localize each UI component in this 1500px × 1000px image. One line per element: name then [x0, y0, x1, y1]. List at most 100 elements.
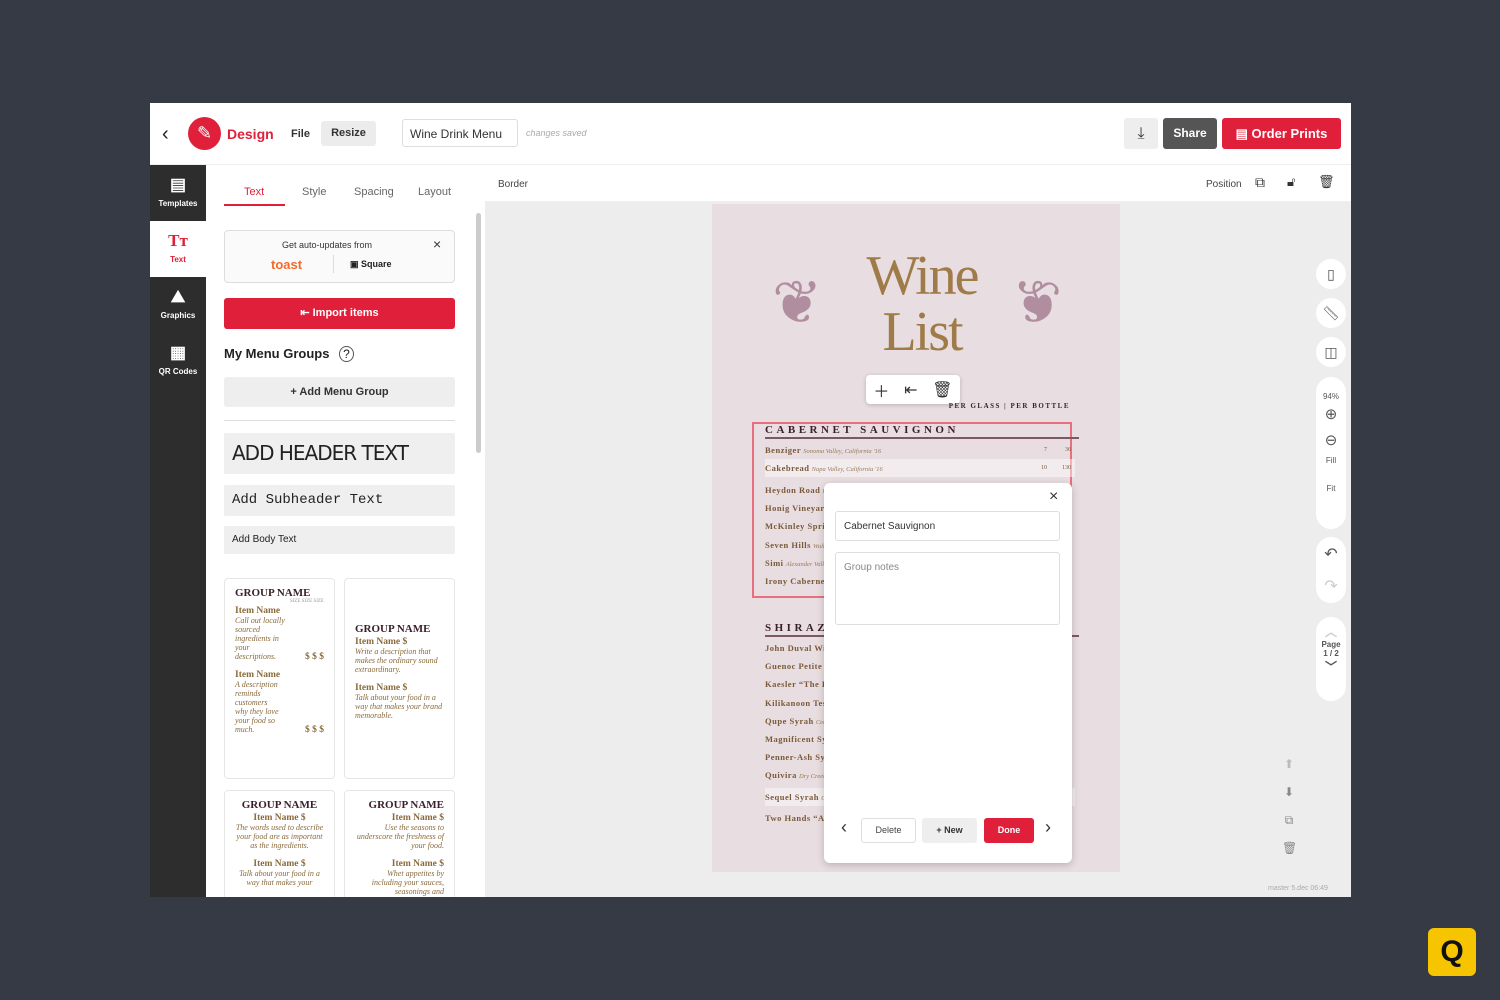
rail-label: Templates [158, 199, 198, 208]
qr-code-icon: ▦ [169, 343, 187, 362]
item-desc: The words used to describe your food are… [235, 823, 324, 850]
add-subheader-text-button[interactable]: Add Subheader Text [224, 485, 455, 516]
wine-list-logo[interactable]: ❦ ❦ Wine List [772, 248, 1062, 368]
order-prints-label: Order Prints [1251, 126, 1328, 141]
fill-button[interactable]: Fill [1316, 455, 1346, 467]
wine-origin: Napa Valley, California '16 [811, 466, 883, 474]
tab-layout[interactable]: Layout [418, 186, 451, 198]
undo-icon[interactable]: ↶ [1316, 539, 1346, 571]
wine-item-row[interactable]: Benziger Sonoma Valley, California '16 7 3… [765, 441, 1075, 459]
wine-name: Cakebread [765, 463, 810, 474]
panel-scrollbar[interactable] [476, 213, 481, 453]
group-template-card[interactable]: GROUP NAME Item Name $ The words used to… [224, 790, 335, 897]
toast-logo[interactable]: toast [271, 257, 302, 272]
close-icon[interactable]: × [433, 236, 441, 252]
sidebar-item-text[interactable]: Tт Text [150, 221, 206, 277]
add-icon[interactable]: ＋ [873, 378, 889, 402]
item-desc: Talk about your food in a way that makes… [355, 693, 443, 720]
item-name: Item Name $ [355, 637, 408, 647]
back-chevron-icon[interactable]: ‹ [162, 123, 169, 146]
group-name-input[interactable]: Cabernet Sauvignon [835, 511, 1060, 541]
sidebar-item-graphics[interactable]: ⛰ Graphics [150, 287, 206, 333]
help-chat-logo-icon[interactable]: Q [1428, 928, 1476, 976]
pos-integration-banner: Get auto-updates from × toast ▣ Square [224, 230, 455, 283]
page-label: Page [1321, 640, 1341, 649]
duplicate-icon[interactable]: ⧉ [1255, 174, 1265, 191]
wine-name: Sequel Syrah [765, 791, 819, 802]
text-panel: Text Style Spacing Layout Get auto-updat… [206, 165, 485, 897]
new-button[interactable]: + New [922, 818, 977, 843]
file-menu[interactable]: File [291, 128, 310, 140]
share-button[interactable]: Share [1163, 118, 1217, 149]
brush-logo-icon: ✎ [188, 117, 221, 150]
ruler-button[interactable]: 📏︎ [1316, 298, 1346, 328]
columns-icon: ◫ [1324, 344, 1338, 360]
zoom-out-icon[interactable]: ⊖ [1316, 433, 1346, 448]
group-template-card[interactable]: GROUP NAME Item Name $ Write a descripti… [344, 578, 455, 779]
move-down-icon[interactable]: ⬇ [1282, 778, 1296, 806]
square-logo[interactable]: ▣ Square [350, 259, 392, 270]
group-template-card[interactable]: GROUP NAME Item Name $ Use the seasons t… [344, 790, 455, 897]
columns-button[interactable]: ◫ [1316, 337, 1346, 367]
border-button[interactable]: Border [498, 179, 528, 190]
resize-button[interactable]: Resize [321, 121, 376, 146]
trash-icon[interactable]: 🗑︎ [932, 380, 952, 400]
download-button[interactable]: ⤓ [1124, 118, 1158, 149]
item-desc: Write a description that makes the ordin… [355, 647, 438, 674]
group-name: GROUP NAME [368, 799, 444, 811]
unlock-icon[interactable]: 🔓︎ [1287, 174, 1295, 190]
delete-page-icon[interactable]: 🗑︎ [1282, 834, 1297, 862]
promo-title: Get auto-updates from [282, 240, 373, 250]
add-header-text-button[interactable]: ADD HEADER TEXT [224, 433, 455, 474]
tab-style[interactable]: Style [302, 186, 326, 198]
canvas-area: Border Position ⧉ 🔓︎ 🗑︎ ❦ ❦ Wine List ＋ ⇤… [485, 165, 1351, 897]
group-name: GROUP NAME [235, 587, 311, 599]
add-body-text-button[interactable]: Add Body Text [224, 526, 455, 554]
history-controls: ↶ ↷ [1316, 537, 1346, 603]
page-up-icon[interactable]: ︿ [1316, 623, 1346, 640]
duplicate-page-icon[interactable]: ⧉ [1282, 806, 1296, 834]
tab-spacing[interactable]: Spacing [354, 186, 394, 198]
previous-chevron-icon[interactable]: ‹ [841, 817, 847, 838]
document-name-input[interactable]: Wine Drink Menu [402, 119, 518, 147]
position-button[interactable]: Position [1206, 179, 1242, 190]
zoom-level: 94% [1322, 392, 1339, 401]
group-template-card[interactable]: GROUP NAME SIZE SIZE SIZE Item Name Call… [224, 578, 335, 779]
wine-name: Qupe Syrah [765, 715, 814, 726]
section-title[interactable]: CABERNET SAUVIGNON [765, 424, 1079, 439]
zoom-in-icon[interactable]: ⊕ [1316, 407, 1346, 422]
prints-icon: ▤ [1235, 126, 1252, 141]
page-actions: ⬆ ⬇ ⧉ 🗑︎ [1282, 750, 1297, 862]
page-view-button[interactable]: ▯ [1316, 259, 1346, 289]
next-chevron-icon[interactable]: › [1045, 817, 1051, 838]
ruler-icon: 📏︎ [1322, 305, 1340, 321]
wine-name: Benziger [765, 445, 802, 455]
wine-name: Quivira [765, 770, 797, 781]
sidebar-rail: ▤ Templates Tт Text ⛰ Graphics ▦ QR Codes [150, 165, 206, 897]
redo-icon[interactable]: ↷ [1316, 571, 1346, 603]
delete-button[interactable]: Delete [861, 818, 916, 843]
move-up-icon[interactable]: ⬆ [1282, 750, 1296, 778]
order-prints-button[interactable]: ▤ Order Prints [1222, 118, 1341, 149]
item-name: Item Name $ [355, 683, 408, 693]
sidebar-item-templates[interactable]: ▤ Templates [150, 175, 206, 221]
tab-text[interactable]: Text [244, 186, 264, 198]
sidebar-item-qr-codes[interactable]: ▦ QR Codes [150, 343, 206, 389]
version-label: master 5.dec 06:49 [1268, 885, 1328, 892]
close-icon[interactable]: × [1049, 488, 1058, 506]
import-items-button[interactable]: ⇤ Import items [224, 298, 455, 329]
active-tab-indicator [224, 204, 285, 206]
trash-icon[interactable]: 🗑︎ [1318, 174, 1335, 190]
graphics-icon: ⛰ [170, 287, 186, 306]
page-down-icon[interactable]: ﹀ [1316, 658, 1346, 675]
help-icon[interactable]: ? [339, 346, 354, 362]
import-icon[interactable]: ⇤ [904, 380, 917, 400]
group-notes-input[interactable]: Group notes [835, 552, 1060, 625]
square-label: Square [361, 259, 392, 269]
add-menu-group-button[interactable]: + Add Menu Group [224, 377, 455, 407]
rail-label: Graphics [160, 311, 196, 320]
done-button[interactable]: Done [984, 818, 1034, 843]
fit-button[interactable]: Fit [1316, 483, 1346, 495]
wine-item-row[interactable]: Cakebread Napa Valley, California '16 10 1… [765, 459, 1075, 478]
group-edit-dialog: × Cabernet Sauvignon Group notes ‹ Delet… [824, 483, 1072, 863]
